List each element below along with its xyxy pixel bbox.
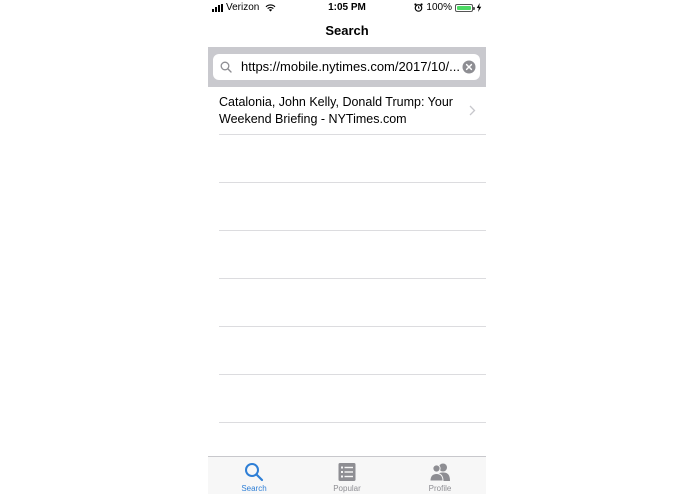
tab-bar: Search Popular Profile	[208, 456, 486, 494]
row-separator	[219, 134, 486, 135]
tab-search[interactable]: Search	[208, 457, 300, 494]
status-bar: Verizon 1:05 PM 100%	[208, 0, 486, 16]
search-bar: https://mobile.nytimes.com/2017/10/...	[208, 47, 486, 87]
battery-fill	[457, 5, 471, 10]
chevron-right-icon	[469, 105, 476, 116]
tab-label: Search	[241, 484, 267, 493]
row-separator	[219, 422, 486, 423]
list-icon	[338, 463, 356, 481]
row-separator	[219, 278, 486, 279]
clear-icon[interactable]	[462, 60, 476, 74]
row-separator	[219, 230, 486, 231]
row-separator	[219, 326, 486, 327]
list-item[interactable]: Catalonia, John Kelly, Donald Trump: You…	[208, 87, 486, 134]
search-icon	[245, 463, 264, 482]
tab-profile[interactable]: Profile	[394, 457, 486, 494]
tab-popular[interactable]: Popular	[301, 457, 393, 494]
tab-label: Popular	[333, 484, 361, 493]
result-title: Catalonia, John Kelly, Donald Trump: You…	[219, 95, 453, 126]
search-icon	[220, 61, 232, 73]
charging-bolt-icon	[476, 3, 482, 12]
battery-icon	[455, 3, 475, 12]
alarm-icon	[414, 3, 424, 12]
search-input[interactable]: https://mobile.nytimes.com/2017/10/...	[213, 54, 480, 80]
row-separator	[219, 182, 486, 183]
tab-label: Profile	[428, 484, 452, 493]
status-right: 100%	[414, 2, 482, 13]
search-input-text: https://mobile.nytimes.com/2017/10/...	[241, 59, 459, 74]
phone-screen: Verizon 1:05 PM 100% Search https://mobi…	[208, 0, 486, 494]
row-separator	[219, 374, 486, 375]
profile-icon	[429, 463, 450, 482]
page-title: Search	[325, 23, 369, 38]
battery-percent: 100%	[426, 2, 452, 13]
